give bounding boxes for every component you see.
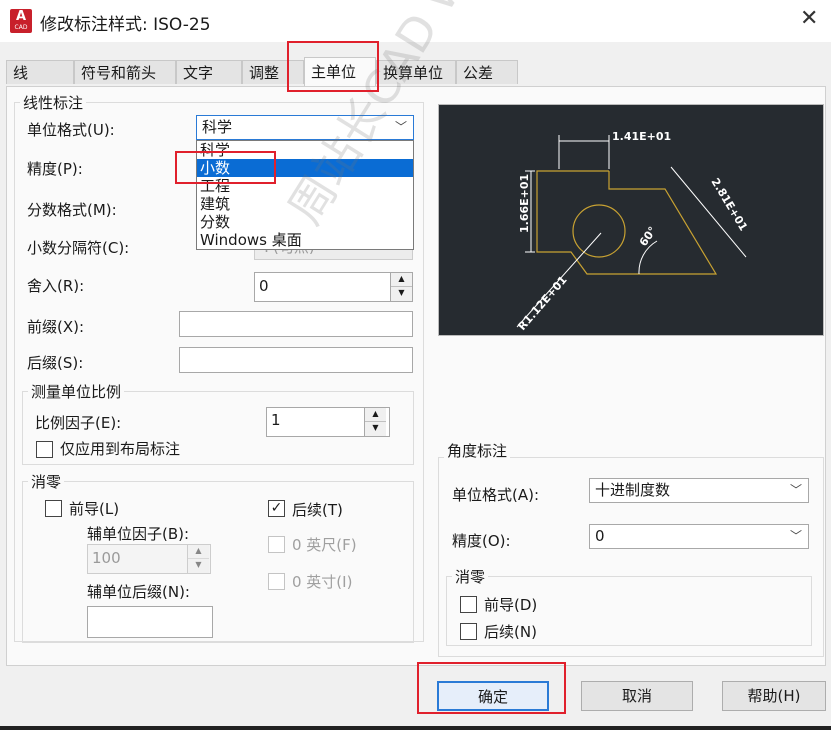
chevron-down-icon: ﹀	[789, 483, 802, 497]
suffix-label: 后缀(S):	[27, 354, 84, 372]
round-off-label: 舍入(R):	[27, 277, 85, 295]
angular-unit-format-combo[interactable]: 十进制度数 ﹀	[589, 478, 809, 503]
round-off-spinner[interactable]: ▲ ▼	[390, 273, 412, 301]
layout-only-checkbox[interactable]	[36, 441, 53, 458]
angular-precision-label: 精度(O):	[452, 532, 511, 550]
dimension-preview: 1.41E+01 1.66E+01 2.81E+01 R1.12E+01 60°	[438, 104, 824, 336]
zero-inches-checkbox[interactable]	[268, 573, 285, 590]
spin-up-icon[interactable]: ▲	[188, 545, 209, 559]
window-title: 修改标注样式: ISO-25	[40, 15, 211, 35]
unit-format-label: 单位格式(U):	[27, 121, 115, 139]
preview-drawing: 1.41E+01 1.66E+01 2.81E+01 R1.12E+01 60°	[515, 130, 750, 333]
spin-down-icon[interactable]: ▼	[391, 287, 412, 301]
spin-up-icon[interactable]: ▲	[365, 408, 386, 422]
preview-dim-top: 1.41E+01	[612, 130, 671, 143]
decimal-separator-label: 小数分隔符(C):	[27, 239, 130, 257]
angular-leading-label: 前导(D)	[484, 596, 538, 614]
tab-tolerances[interactable]: 公差	[456, 60, 518, 84]
spin-down-icon[interactable]: ▼	[365, 422, 386, 436]
chevron-down-icon: ﹀	[789, 529, 802, 543]
zero-feet-checkbox[interactable]	[268, 536, 285, 553]
tab-fit[interactable]: 调整	[242, 60, 304, 84]
sub-unit-suffix-input[interactable]	[87, 606, 213, 638]
ok-button[interactable]: 确定	[437, 681, 549, 711]
layout-only-label: 仅应用到布局标注	[60, 440, 181, 458]
prefix-label: 前缀(X):	[27, 318, 85, 336]
angular-trailing-checkbox[interactable]	[460, 623, 477, 640]
trailing-zero-label: 后续(T)	[292, 501, 343, 519]
precision-label: 精度(P):	[27, 160, 83, 178]
preview-angle: 60°	[637, 224, 660, 249]
tab-lines[interactable]: 线	[6, 60, 74, 84]
scale-factor-label: 比例因子(E):	[35, 414, 122, 432]
preview-dim-radius: R1.12E+01	[515, 273, 569, 333]
measurement-scale-legend: 测量单位比例	[28, 381, 125, 402]
dropdown-option-windows-desktop[interactable]: Windows 桌面	[197, 231, 413, 249]
cancel-button[interactable]: 取消	[581, 681, 693, 711]
leading-zero-checkbox[interactable]	[45, 500, 62, 517]
angular-precision-combo[interactable]: 0 ﹀	[589, 524, 809, 549]
close-icon[interactable]: ✕	[800, 6, 818, 31]
taskbar-edge	[0, 726, 831, 730]
spin-up-icon[interactable]: ▲	[391, 273, 412, 287]
tab-symbols-arrows[interactable]: 符号和箭头	[74, 60, 176, 84]
angular-leading-checkbox[interactable]	[460, 596, 477, 613]
prefix-input[interactable]	[179, 311, 413, 337]
autocad-logo-icon: A CAD	[10, 9, 32, 33]
tab-text[interactable]: 文字	[176, 60, 242, 84]
leading-zero-label: 前导(L)	[69, 500, 120, 518]
suffix-input[interactable]	[179, 347, 413, 373]
sub-unit-suffix-label: 辅单位后缀(N):	[87, 583, 190, 601]
spin-down-icon[interactable]: ▼	[188, 559, 209, 573]
zero-suppression-linear-legend: 消零	[28, 471, 65, 492]
zero-suppression-angular-legend: 消零	[452, 566, 489, 587]
help-button[interactable]: 帮助(H)	[722, 681, 826, 711]
preview-hole	[572, 204, 626, 258]
sub-unit-factor-label: 辅单位因子(B):	[87, 525, 190, 543]
preview-dim-left: 1.66E+01	[518, 174, 531, 233]
zero-feet-label: 0 英尺(F)	[292, 536, 357, 554]
zero-inches-label: 0 英寸(I)	[292, 573, 353, 591]
linear-dimensions-legend: 线性标注	[20, 92, 87, 113]
angular-dimensions-legend: 角度标注	[444, 440, 511, 461]
angular-unit-format-label: 单位格式(A):	[452, 486, 540, 504]
preview-part-outline	[536, 170, 718, 275]
fraction-format-label: 分数格式(M):	[27, 201, 117, 219]
scale-factor-spinner[interactable]: ▲ ▼	[364, 408, 386, 436]
sub-unit-factor-spinner[interactable]: ▲ ▼	[187, 545, 209, 573]
preview-dim-right: 2.81E+01	[708, 176, 750, 233]
trailing-zero-checkbox[interactable]: ✓	[268, 500, 285, 517]
angular-trailing-label: 后续(N)	[484, 623, 537, 641]
